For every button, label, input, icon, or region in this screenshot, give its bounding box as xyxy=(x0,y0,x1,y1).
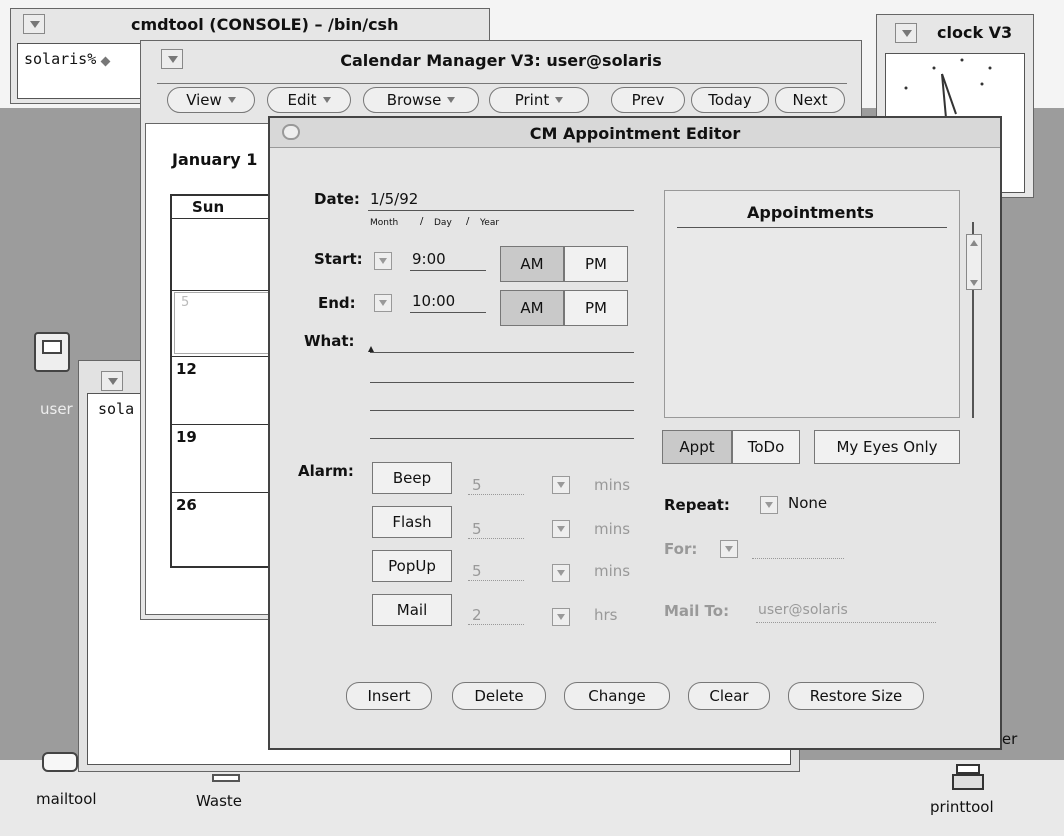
day-number[interactable]: 19 xyxy=(176,428,197,446)
mailtool-icon[interactable] xyxy=(40,738,80,774)
printtool-icon[interactable] xyxy=(950,760,988,796)
appt-toggle[interactable]: Appt xyxy=(662,430,732,464)
alarm-popup-toggle[interactable]: PopUp xyxy=(372,550,452,582)
todo-toggle[interactable]: ToDo xyxy=(732,430,800,464)
cmdtool-prompt: solaris% xyxy=(24,50,97,68)
delete-button[interactable]: Delete xyxy=(452,682,546,710)
repeat-menu-icon[interactable] xyxy=(760,496,778,514)
chevron-down-icon xyxy=(322,97,331,103)
for-menu-icon[interactable] xyxy=(720,540,738,558)
next-button[interactable]: Next xyxy=(775,87,845,113)
chevron-down-icon xyxy=(447,97,456,103)
alarm-beep-unit: mins xyxy=(594,476,631,494)
what-line-2[interactable] xyxy=(370,382,634,383)
cmdtool-titlebar[interactable]: cmdtool (CONSOLE) – /bin/csh xyxy=(11,9,489,41)
mail-to-input[interactable]: user@solaris xyxy=(758,602,848,618)
clock-title: clock V3 xyxy=(937,23,1013,42)
date-label: Date: xyxy=(314,190,360,208)
browse-menu-button[interactable]: Browse xyxy=(363,87,479,113)
editor-titlebar[interactable]: CM Appointment Editor xyxy=(270,118,1000,148)
user-icon[interactable] xyxy=(32,332,74,382)
restore-size-button[interactable]: Restore Size xyxy=(788,682,924,710)
for-input[interactable] xyxy=(752,558,844,559)
start-am-button[interactable]: AM xyxy=(500,246,564,282)
end-am-button[interactable]: AM xyxy=(500,290,564,326)
what-line-4[interactable] xyxy=(370,438,634,439)
alarm-label: Alarm: xyxy=(298,462,354,480)
what-line-3[interactable] xyxy=(370,410,634,411)
day-header-sun: Sun xyxy=(192,198,225,216)
window-menu-icon[interactable] xyxy=(895,23,917,43)
what-label: What: xyxy=(304,332,355,350)
calendar-title: Calendar Manager V3: user@solaris xyxy=(340,51,662,70)
waste-icon-label: Waste xyxy=(196,792,242,810)
repeat-label: Repeat: xyxy=(664,496,730,514)
chevron-down-icon xyxy=(555,97,564,103)
month-label: January 1 xyxy=(172,150,258,169)
alarm-mail-unit-menu-icon[interactable] xyxy=(552,608,570,626)
start-label: Start: xyxy=(314,250,363,268)
today-button[interactable]: Today xyxy=(691,87,769,113)
day-number: 5 xyxy=(181,295,190,310)
shell-prompt: sola xyxy=(98,400,135,418)
date-input[interactable]: 1/5/92 xyxy=(370,190,418,208)
alarm-beep-unit-menu-icon[interactable] xyxy=(552,476,570,494)
date-hint-sep: / xyxy=(420,216,424,227)
date-hint-day: Day xyxy=(434,218,452,228)
edit-menu-button[interactable]: Edit xyxy=(267,87,351,113)
what-line-1[interactable] xyxy=(370,352,634,353)
day-number[interactable]: 12 xyxy=(176,360,197,378)
appointment-editor-window[interactable]: CM Appointment Editor Date: 1/5/92 Month… xyxy=(268,116,1002,750)
prev-button[interactable]: Prev xyxy=(611,87,685,113)
mailtool-icon-label: mailtool xyxy=(36,790,97,808)
date-hint-sep: / xyxy=(466,216,470,227)
window-menu-icon[interactable] xyxy=(101,371,123,391)
start-menu-icon[interactable] xyxy=(374,252,392,270)
chevron-down-icon xyxy=(227,97,236,103)
alarm-popup-unit: mins xyxy=(594,562,631,580)
alarm-mail-toggle[interactable]: Mail xyxy=(372,594,452,626)
appointments-header: Appointments xyxy=(747,203,874,222)
cursor-icon xyxy=(100,56,111,67)
alarm-mail-value[interactable]: 2 xyxy=(472,606,482,624)
day-number[interactable]: 26 xyxy=(176,496,197,514)
end-menu-icon[interactable] xyxy=(374,294,392,312)
alarm-beep-value[interactable]: 5 xyxy=(472,476,482,494)
alarm-mail-unit: hrs xyxy=(594,606,618,624)
alarm-flash-toggle[interactable]: Flash xyxy=(372,506,452,538)
alarm-flash-unit-menu-icon[interactable] xyxy=(552,520,570,538)
clear-button[interactable]: Clear xyxy=(688,682,770,710)
alarm-popup-value[interactable]: 5 xyxy=(472,562,482,580)
view-menu-button[interactable]: View xyxy=(167,87,255,113)
change-button[interactable]: Change xyxy=(564,682,670,710)
alarm-popup-unit-menu-icon[interactable] xyxy=(552,564,570,582)
date-hint-year: Year xyxy=(480,218,500,228)
calendar-titlebar[interactable]: Calendar Manager V3: user@solaris xyxy=(141,41,861,73)
start-time-input[interactable]: 9:00 xyxy=(412,250,446,268)
date-hint-month: Month xyxy=(370,218,399,228)
scroll-down-icon[interactable] xyxy=(970,280,978,286)
insert-button[interactable]: Insert xyxy=(346,682,432,710)
printtool-icon-label: printtool xyxy=(930,798,994,816)
appointments-scrollbar[interactable] xyxy=(966,222,982,418)
editor-title: CM Appointment Editor xyxy=(529,124,741,143)
alarm-beep-toggle[interactable]: Beep xyxy=(372,462,452,494)
for-label: For: xyxy=(664,540,698,558)
end-pm-button[interactable]: PM xyxy=(564,290,628,326)
end-label: End: xyxy=(318,294,356,312)
start-pm-button[interactable]: PM xyxy=(564,246,628,282)
my-eyes-only-toggle[interactable]: My Eyes Only xyxy=(814,430,960,464)
print-menu-button[interactable]: Print xyxy=(489,87,589,113)
repeat-value: None xyxy=(788,494,828,512)
cmdtool-title: cmdtool (CONSOLE) – /bin/csh xyxy=(131,15,399,34)
alarm-flash-value[interactable]: 5 xyxy=(472,520,482,538)
alarm-flash-unit: mins xyxy=(594,520,631,538)
user-icon-label: user xyxy=(40,400,73,418)
window-menu-icon[interactable] xyxy=(23,14,45,34)
scroll-up-icon[interactable] xyxy=(970,240,978,246)
end-time-input[interactable]: 10:00 xyxy=(412,292,455,310)
appointments-list[interactable]: Appointments xyxy=(664,190,960,418)
mail-to-label: Mail To: xyxy=(664,602,730,620)
